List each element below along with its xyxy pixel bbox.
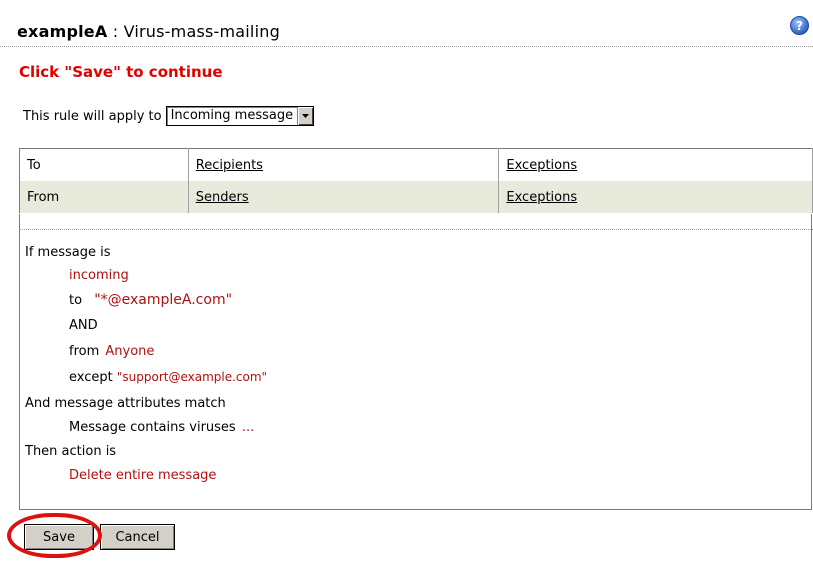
svg-text:?: ? [796,19,803,33]
direction-value[interactable]: incoming [69,268,129,283]
to-row: to "*@exampleA.com" [69,292,232,308]
apply-to-label: This rule will apply to [23,108,162,124]
except-value[interactable]: "support@example.com" [117,370,267,384]
apply-to-select[interactable]: Incoming message [165,106,315,126]
save-instruction: Click "Save" to continue [19,63,223,81]
recipients-link[interactable]: Recipients [196,158,263,173]
action-value[interactable]: Delete entire message [69,468,216,483]
from-row: from Anyone [69,344,154,359]
apply-to-selected-value: Incoming message [170,108,294,123]
table-row: To Recipients Exceptions [19,148,813,181]
criteria-field-from: From [19,181,189,213]
summary-divider [19,229,813,230]
help-question-icon[interactable]: ? [790,16,809,35]
recipient-exceptions-link[interactable]: Exceptions [506,158,577,173]
action-heading: Then action is [25,444,117,459]
rule-name: Virus-mass-mailing [123,22,280,41]
table-row: From Senders Exceptions [19,181,813,213]
from-value[interactable]: Anyone [105,344,154,359]
rule-summary-box [19,214,812,510]
cancel-button[interactable]: Cancel [100,524,175,550]
and-label: AND [69,318,98,333]
dropdown-arrow-icon[interactable] [297,107,314,125]
from-label: from [69,344,100,359]
attributes-heading: And message attributes match [25,396,226,411]
sender-exceptions-link[interactable]: Exceptions [506,190,577,205]
to-label: to [69,293,83,308]
attribute-row: Message contains viruses ... [69,420,254,435]
title-bar: exampleA : Virus-mass-mailing ? [0,0,813,47]
criteria-table: To Recipients Exceptions From Senders Ex… [19,148,813,213]
page-title: exampleA : Virus-mass-mailing [17,22,280,41]
attribute-details-link[interactable]: ... [242,420,254,435]
criteria-field-to: To [19,148,189,181]
rule-owner: exampleA [17,22,108,41]
except-row: except "support@example.com" [69,370,267,385]
title-separator: : [107,22,124,41]
attribute-label: Message contains viruses [69,420,236,435]
apply-to-row: This rule will apply to Incoming message [23,106,315,126]
senders-link[interactable]: Senders [196,190,249,205]
to-value[interactable]: "*@exampleA.com" [94,292,232,308]
except-label: except [69,370,113,385]
if-heading: If message is [25,245,111,260]
save-highlight-annotation [7,513,102,558]
